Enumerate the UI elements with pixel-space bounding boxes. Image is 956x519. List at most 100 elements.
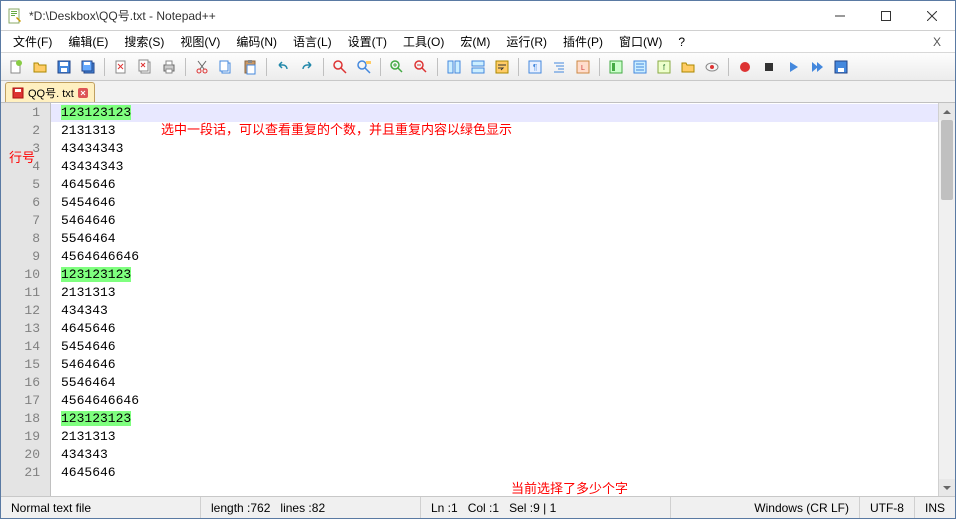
play-macro-button[interactable] [782,56,804,78]
titlebar: *D:\Deskbox\QQ号.txt - Notepad++ [1,1,955,31]
code-line[interactable]: 43434343 [51,140,938,158]
undo-button[interactable] [272,56,294,78]
line-number: 21 [1,464,50,482]
code-line[interactable]: 43434343 [51,158,938,176]
highlighted-text: 123123123 [61,411,131,426]
toolbar-separator [599,58,600,76]
minimize-button[interactable] [817,1,863,30]
replace-button[interactable] [353,56,375,78]
zoom-in-button[interactable] [386,56,408,78]
menu-edit[interactable]: 编辑(E) [60,31,116,52]
close-button[interactable] [909,1,955,30]
editor-area: 123456789101112131415161718192021 选中一段话，… [1,103,955,496]
redo-button[interactable] [296,56,318,78]
print-button[interactable] [158,56,180,78]
new-file-button[interactable] [5,56,27,78]
stop-macro-button[interactable] [758,56,780,78]
maximize-button[interactable] [863,1,909,30]
code-line[interactable]: 4645646 [51,464,938,482]
annotation-line-label: 行号 [9,147,35,166]
find-button[interactable] [329,56,351,78]
code-line[interactable]: 4564646646 [51,392,938,410]
status-eol[interactable]: Windows (CR LF) [744,497,860,518]
code-line[interactable]: 123123123 [51,266,938,284]
indent-guide-button[interactable] [548,56,570,78]
code-editor[interactable]: 选中一段话，可以查看重复的个数，并且重复内容以绿色显示 行号 当前选择了多少个字… [51,103,938,496]
code-line[interactable]: 4564646646 [51,248,938,266]
menu-search[interactable]: 搜索(S) [116,31,172,52]
menu-tools[interactable]: 工具(O) [395,31,452,52]
close-all-button[interactable] [134,56,156,78]
scroll-down-button[interactable] [939,479,955,496]
file-tab[interactable]: QQ号. txt [5,82,95,102]
line-number: 13 [1,320,50,338]
close-file-button[interactable] [110,56,132,78]
udl-button[interactable]: L [572,56,594,78]
code-line[interactable]: 5454646 [51,338,938,356]
save-button[interactable] [53,56,75,78]
line-number: 8 [1,230,50,248]
doc-map-button[interactable] [605,56,627,78]
vertical-scrollbar[interactable] [938,103,955,496]
menu-help[interactable]: ? [670,33,693,51]
sync-v-button[interactable] [443,56,465,78]
window-title: *D:\Deskbox\QQ号.txt - Notepad++ [29,7,817,24]
monitoring-button[interactable] [701,56,723,78]
menu-language[interactable]: 语言(L) [285,31,340,52]
toolbar-separator [185,58,186,76]
code-line[interactable]: 2131313 [51,428,938,446]
line-number: 6 [1,194,50,212]
line-number: 17 [1,392,50,410]
code-line[interactable]: 5454646 [51,194,938,212]
line-number: 20 [1,446,50,464]
code-line[interactable]: 5464646 [51,356,938,374]
show-all-chars-button[interactable]: ¶ [524,56,546,78]
line-number: 7 [1,212,50,230]
wordwrap-button[interactable] [491,56,513,78]
tab-close-icon[interactable] [78,88,88,98]
status-length-lines: length : 762 lines : 82 [201,497,421,518]
save-macro-button[interactable] [830,56,852,78]
code-line[interactable]: 5464646 [51,212,938,230]
menu-plugins[interactable]: 插件(P) [555,31,611,52]
copy-button[interactable] [215,56,237,78]
line-number: 11 [1,284,50,302]
code-line[interactable]: 434343 [51,446,938,464]
line-number: 14 [1,338,50,356]
menu-file[interactable]: 文件(F) [5,31,60,52]
status-mode[interactable]: INS [915,497,955,518]
doc-list-button[interactable] [629,56,651,78]
close-doc-button[interactable]: X [923,35,951,49]
code-line[interactable]: 2131313 [51,284,938,302]
func-list-button[interactable]: f [653,56,675,78]
cut-button[interactable] [191,56,213,78]
record-macro-button[interactable] [734,56,756,78]
line-number: 5 [1,176,50,194]
zoom-out-button[interactable] [410,56,432,78]
code-line[interactable]: 5546464 [51,230,938,248]
menu-run[interactable]: 运行(R) [498,31,555,52]
save-all-button[interactable] [77,56,99,78]
menubar: 文件(F) 编辑(E) 搜索(S) 视图(V) 编码(N) 语言(L) 设置(T… [1,31,955,53]
sync-h-button[interactable] [467,56,489,78]
paste-button[interactable] [239,56,261,78]
status-encoding[interactable]: UTF-8 [860,497,915,518]
code-line[interactable]: 4645646 [51,176,938,194]
menu-window[interactable]: 窗口(W) [611,31,670,52]
code-line[interactable]: 5546464 [51,374,938,392]
status-filetype: Normal text file [1,497,201,518]
code-line[interactable]: 123123123 [51,410,938,428]
unsaved-icon [12,87,24,99]
code-line[interactable]: 4645646 [51,320,938,338]
play-multi-button[interactable] [806,56,828,78]
menu-encoding[interactable]: 编码(N) [228,31,285,52]
menu-view[interactable]: 视图(V) [172,31,228,52]
menu-settings[interactable]: 设置(T) [340,31,395,52]
toolbar-separator [104,58,105,76]
scroll-thumb[interactable] [941,120,953,200]
menu-macro[interactable]: 宏(M) [452,31,498,52]
scroll-up-button[interactable] [939,103,955,120]
code-line[interactable]: 434343 [51,302,938,320]
folder-panel-button[interactable] [677,56,699,78]
open-file-button[interactable] [29,56,51,78]
